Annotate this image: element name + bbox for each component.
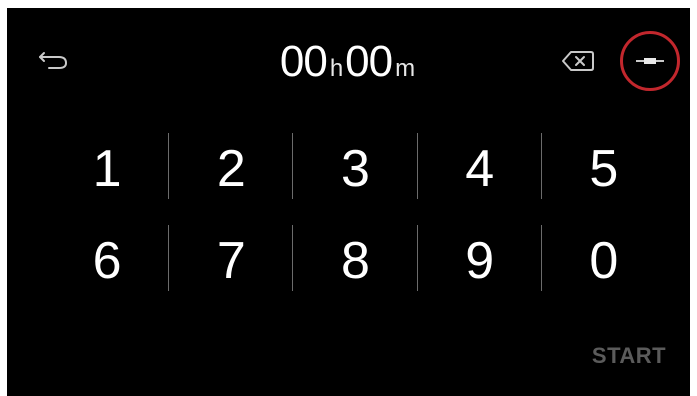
backspace-icon	[562, 51, 594, 71]
number-keypad: 1 2 3 4 5 6 7 8 9 0	[45, 123, 666, 307]
key-3[interactable]: 3	[293, 123, 418, 215]
key-4[interactable]: 4	[418, 123, 542, 215]
key-1[interactable]: 1	[45, 123, 170, 215]
start-button[interactable]: START	[579, 338, 679, 374]
key-8[interactable]: 8	[293, 215, 418, 307]
minimize-icon	[636, 58, 664, 64]
key-6[interactable]: 6	[45, 215, 170, 307]
key-9[interactable]: 9	[418, 215, 542, 307]
key-5[interactable]: 5	[542, 123, 666, 215]
minutes-value: 00	[345, 37, 393, 86]
timer-screen: 00 h 00 m 1 2 3 4 5 6 7 8 9 0 START	[7, 8, 690, 396]
key-0[interactable]: 0	[542, 215, 666, 307]
keypad-row-1: 1 2 3 4 5	[45, 123, 666, 215]
keypad-row-2: 6 7 8 9 0	[45, 215, 666, 307]
hours-value: 00	[279, 37, 328, 86]
minimize-button[interactable]	[620, 31, 680, 91]
minutes-unit: m	[395, 55, 416, 82]
backspace-button[interactable]	[559, 46, 597, 76]
hours-unit: h	[329, 55, 344, 82]
key-7[interactable]: 7	[169, 215, 294, 307]
key-2[interactable]: 2	[169, 123, 294, 215]
